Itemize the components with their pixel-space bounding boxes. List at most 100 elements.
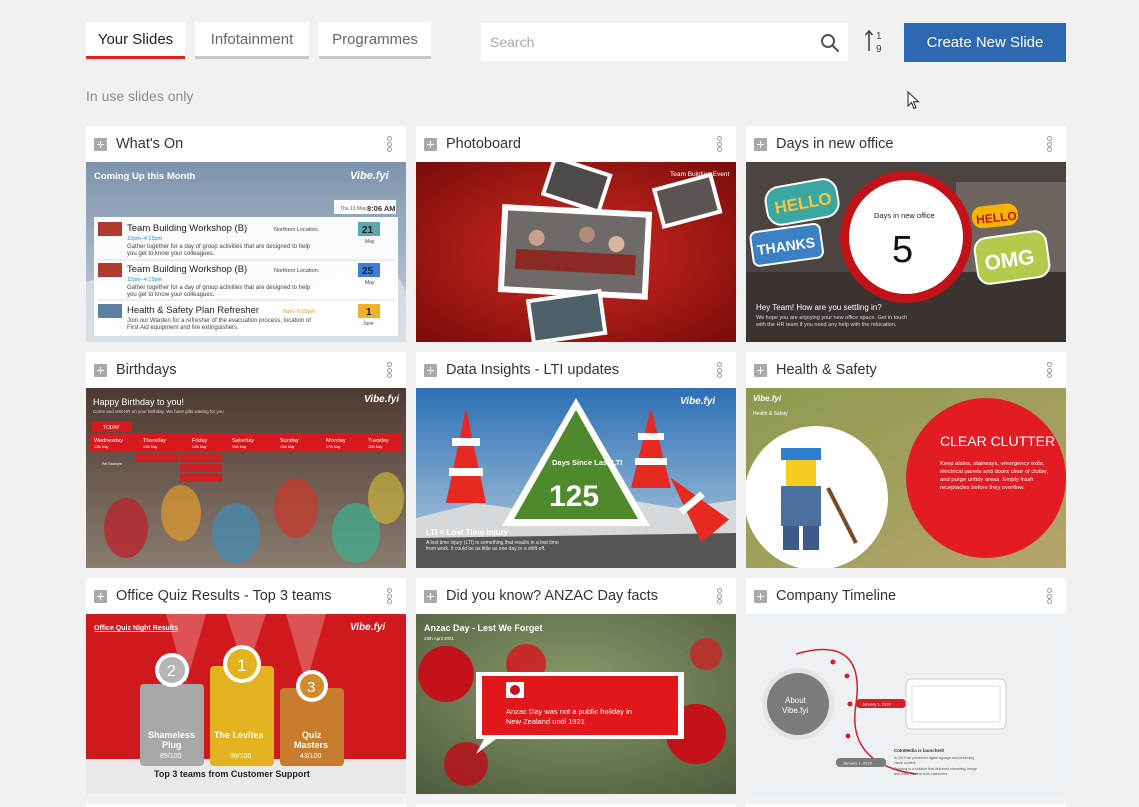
slide-thumbnail[interactable]: Happy Birthday to you! Come and visit HR… (86, 388, 406, 568)
svg-text:Come and visit HR on your birt: Come and visit HR on your birthday. We h… (93, 409, 224, 414)
tab-infotainment[interactable]: Infotainment (195, 22, 309, 59)
search-box (481, 23, 848, 61)
thumb-heading: Office Quiz Night Results (94, 625, 178, 632)
svg-text:We hope you are enjoying your: We hope you are enjoying your new office… (756, 315, 907, 321)
svg-text:you get to know your colleague: you get to know your colleagues. (127, 292, 215, 298)
svg-text:14th May: 14th May (192, 445, 207, 449)
slide-thumbnail[interactable]: About Vibe.fyi January 1, 2020 January 1… (746, 614, 1066, 794)
slide-card-anzac-day[interactable]: Did you know? ANZAC Day facts Anzac Day … (416, 578, 736, 794)
svg-text:Evolving to a solution that de: Evolving to a solution that delivered st… (894, 767, 977, 771)
svg-text:Wednesday: Wednesday (94, 438, 123, 444)
svg-text:15th May: 15th May (232, 445, 247, 449)
thumb-date: Thu 13 May (340, 206, 367, 212)
expand-plus-icon[interactable] (94, 589, 107, 603)
svg-text:Gather together for a day of g: Gather together for a day of group activ… (127, 244, 311, 250)
expand-plus-icon[interactable] (424, 363, 437, 377)
more-options-icon[interactable] (717, 136, 722, 152)
slide-card-birthdays[interactable]: Birthdays Happy Birthday to you! Come an… (86, 352, 406, 568)
slide-thumbnail[interactable]: Days Since Last LTI 125 Vibe.fyi LTI = L… (416, 388, 736, 568)
more-options-icon[interactable] (387, 362, 392, 378)
slide-card-health-safety[interactable]: Health & Safety Vibe.fyi Health & Safety… (746, 352, 1066, 568)
slide-thumbnail[interactable]: Office Quiz Night Results Vibe.fyi 2 1 3… (86, 614, 406, 794)
slide-card-photoboard[interactable]: Photoboard Team Building Event (416, 126, 736, 342)
svg-text:3: 3 (307, 679, 315, 696)
slide-thumbnail[interactable]: Team Building Event (416, 162, 736, 342)
sort-numeric-icon[interactable]: 1 9 (864, 28, 888, 54)
svg-text:13th May: 13th May (143, 445, 158, 449)
svg-text:25: 25 (362, 266, 374, 277)
card-title: Days in new office (776, 136, 894, 152)
more-options-icon[interactable] (387, 588, 392, 604)
card-title: Data Insights - LTI updates (446, 362, 620, 378)
svg-text:First Aid equipment and fire e: First Aid equipment and fire extinguishe… (127, 325, 239, 331)
more-options-icon[interactable] (717, 588, 722, 604)
slide-card-days-in-new-office[interactable]: Days in new office HELLO THANKS Days in … (746, 126, 1066, 342)
slide-card-whats-on[interactable]: What's On Coming Up this Month Vibe.fyi … (86, 126, 406, 342)
create-new-slide-button[interactable]: Create New Slide (904, 23, 1066, 62)
search-input[interactable] (481, 34, 801, 50)
svg-text:January 1, 2020: January 1, 2020 (862, 702, 891, 707)
svg-text:June: June (363, 321, 374, 327)
svg-text:Tuesday: Tuesday (368, 438, 389, 444)
tab-programmes[interactable]: Programmes (319, 22, 431, 59)
expand-plus-icon[interactable] (754, 589, 767, 603)
svg-text:Monday: Monday (326, 438, 346, 444)
svg-text:New Zealand until 1921: New Zealand until 1921 (506, 717, 585, 726)
svg-text:January 1, 2015: January 1, 2015 (843, 761, 872, 766)
svg-text:1: 1 (876, 31, 882, 42)
thumb-time: 8:06 AM (367, 204, 395, 213)
svg-text:with the HR team if you need a: with the HR team if you need any help wi… (755, 322, 897, 328)
expand-plus-icon[interactable] (94, 363, 107, 377)
more-options-icon[interactable] (1047, 362, 1052, 378)
filter-note: In use slides only (86, 88, 194, 104)
thumb-caption: Days Since Last LTI (552, 458, 622, 467)
svg-text:98/100: 98/100 (230, 753, 252, 760)
slide-thumbnail[interactable]: Coming Up this Month Vibe.fyi Thu 13 May… (86, 162, 406, 342)
slide-thumbnail[interactable]: Vibe.fyi Health & Safety CLEAR CLUTTER K… (746, 388, 1066, 568)
tab-your-slides[interactable]: Your Slides (86, 22, 185, 59)
svg-text:May: May (365, 239, 375, 245)
slide-card-company-timeline[interactable]: Company Timeline About Vibe.fyi January … (746, 578, 1066, 794)
card-title: What's On (116, 136, 184, 152)
svg-text:Northern Location.: Northern Location. (274, 268, 320, 274)
svg-text:Vibe.fyi: Vibe.fyi (350, 622, 385, 633)
svg-text:12pm–4:15pm: 12pm–4:15pm (127, 236, 163, 242)
expand-plus-icon[interactable] (94, 137, 107, 151)
more-options-icon[interactable] (1047, 136, 1052, 152)
top-bar: Your Slides Infotainment Programmes 1 9 … (86, 22, 1066, 62)
svg-text:17th May: 17th May (326, 445, 341, 449)
expand-plus-icon[interactable] (754, 137, 767, 151)
svg-text:Sunday: Sunday (280, 438, 299, 444)
svg-text:Saturday: Saturday (232, 438, 254, 444)
svg-text:Team Building Workshop (B): Team Building Workshop (B) (127, 223, 247, 234)
svg-text:Vibe.fyi: Vibe.fyi (680, 396, 715, 407)
more-options-icon[interactable] (1047, 588, 1052, 604)
svg-text:from work. It could be as litt: from work. It could be as little as one … (426, 546, 545, 552)
more-options-icon[interactable] (387, 136, 392, 152)
svg-text:LTI = Lost Time Injury: LTI = Lost Time Injury (426, 528, 509, 537)
expand-plus-icon[interactable] (424, 137, 437, 151)
svg-text:Shameless: Shameless (148, 730, 195, 740)
svg-text:Vibe.fyi: Vibe.fyi (364, 394, 399, 405)
svg-text:1: 1 (237, 656, 246, 675)
card-title: Did you know? ANZAC Day facts (446, 588, 658, 604)
expand-plus-icon[interactable] (754, 363, 767, 377)
svg-text:electrical panels and doors cl: electrical panels and doors clear of clu… (940, 469, 1049, 475)
slide-thumbnail[interactable]: Anzac Day - Lest We Forget 25th April 20… (416, 614, 736, 794)
svg-text:TODAY: TODAY (103, 425, 120, 431)
thumb-greeting: Hey Team! How are you settling in? (756, 303, 882, 312)
slide-card-office-quiz[interactable]: Office Quiz Results - Top 3 teams Office… (86, 578, 406, 794)
slide-thumbnail[interactable]: HELLO THANKS Days in new office 5 HELLO … (746, 162, 1066, 342)
thumb-heading: Coming Up this Month (94, 171, 196, 182)
expand-plus-icon[interactable] (424, 589, 437, 603)
svg-text:and video content to its custo: and video content to its customers. (894, 772, 948, 776)
search-icon[interactable] (820, 33, 840, 53)
slide-card-data-insights[interactable]: Data Insights - LTI updates Days Since L… (416, 352, 736, 568)
more-options-icon[interactable] (717, 362, 722, 378)
mouse-pointer-icon (907, 91, 920, 110)
svg-text:May: May (365, 280, 375, 286)
thumb-heading: Anzac Day - Lest We Forget (424, 623, 542, 633)
days-count: 5 (892, 229, 913, 271)
svg-text:43/100: 43/100 (300, 753, 322, 760)
svg-text:1: 1 (366, 307, 372, 318)
